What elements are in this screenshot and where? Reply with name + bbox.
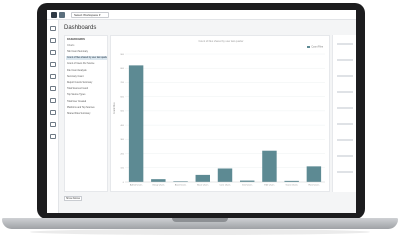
list-heading: DASHBOARDS — [67, 38, 85, 41]
icon-rail — [47, 20, 59, 213]
bar-1 — [151, 179, 166, 182]
dashboard-list-item[interactable]: Summary Count — [66, 75, 107, 79]
settings-icon[interactable] — [50, 134, 56, 139]
bar-chart: 0 100 200 300 400 500 600 700 800 900 Admin Users G… — [120, 53, 325, 187]
side-panel-item[interactable] — [337, 43, 353, 45]
dashboard-list-item[interactable]: Total User Created — [66, 100, 107, 104]
users-icon[interactable] — [50, 50, 56, 55]
side-panel-item[interactable] — [337, 75, 353, 77]
chart-icon[interactable] — [50, 86, 56, 91]
x-tick-label: Dev Users — [242, 184, 253, 187]
side-panel-item[interactable] — [337, 91, 353, 93]
bar-8 — [306, 166, 322, 182]
app-screen: Select Workspace ▾ Dashboards DASHBOARDS… — [47, 10, 356, 213]
home-icon[interactable] — [50, 26, 56, 31]
dashboard-list-panel: DASHBOARDS Charts Tab Count Summary Count… — [64, 35, 108, 192]
app-logo-icon[interactable] — [51, 12, 57, 18]
x-tick-label: Group Users — [152, 184, 165, 187]
x-tick-label: Core Users — [219, 184, 231, 187]
side-panel-item[interactable] — [337, 155, 353, 157]
search-icon[interactable] — [50, 38, 56, 43]
side-panel-item[interactable] — [337, 139, 353, 141]
y-tick-label: 100 — [120, 168, 124, 170]
x-tick-label: Guest Users — [286, 184, 299, 187]
dashboard-list-item[interactable]: Total Sources Found — [66, 87, 107, 91]
dashboard-list-item[interactable]: File Count Analysis — [66, 69, 107, 73]
workspace-select[interactable]: Select Workspace ▾ — [71, 12, 109, 18]
grid-icon[interactable] — [50, 110, 56, 115]
dashboard-list-item[interactable]: Count of files shared by user last quart… — [66, 56, 107, 61]
dashboard-list-item[interactable]: Report Counts Summary — [66, 81, 107, 85]
bar-3 — [195, 174, 210, 182]
y-tick-label: 400 — [120, 125, 124, 127]
table-icon[interactable] — [50, 122, 56, 127]
x-tick-label: Base Users — [197, 184, 209, 187]
x-tick-label: Edit Users — [264, 184, 275, 187]
dashboard-list-item[interactable]: Top Source Types — [66, 93, 107, 97]
chart-card: Count of files shared by user last quart… — [110, 35, 330, 192]
side-panel-item[interactable] — [337, 171, 353, 173]
x-tick-label: Anon Users — [175, 184, 187, 187]
files-icon[interactable] — [50, 62, 56, 67]
dashboard-list-item[interactable]: Tab Count Summary — [66, 50, 107, 54]
dashboard-list-item[interactable]: Platforms and Top Sources — [66, 106, 107, 110]
laptop-notch — [172, 218, 228, 222]
reports-icon[interactable] — [50, 74, 56, 79]
show-select[interactable]: Show Allows — [64, 196, 82, 201]
y-tick-label: 700 — [120, 82, 124, 84]
side-panel — [332, 35, 356, 192]
dashboard-icon[interactable] — [50, 98, 56, 103]
side-panel-item[interactable] — [337, 123, 353, 125]
bar-0 — [128, 65, 144, 182]
dashboard-list-item[interactable]: Count of Users Per Source — [66, 62, 107, 66]
laptop-shadow — [30, 229, 370, 235]
bar-4 — [217, 168, 233, 182]
page-title: Dashboards — [64, 25, 97, 31]
side-panel-item[interactable] — [337, 107, 353, 109]
y-tick-label: 500 — [120, 111, 124, 113]
bar-6 — [262, 150, 277, 182]
dashboard-list-item[interactable]: Shared Files Summary — [66, 112, 107, 116]
x-tick-label: Admin Users — [130, 184, 143, 187]
x-tick-label: Host Users — [308, 184, 320, 187]
y-tick-label: 600 — [120, 96, 124, 98]
top-bar: Select Workspace ▾ — [47, 10, 356, 20]
y-tick-label: 800 — [120, 68, 124, 70]
bar-5 — [240, 180, 255, 182]
y-tick-label: 900 — [120, 54, 124, 56]
y-tick-label: 0 — [123, 182, 125, 184]
list-subheading: Charts — [67, 44, 75, 47]
menu-icon[interactable] — [59, 12, 65, 18]
side-panel-item[interactable] — [337, 59, 353, 61]
y-tick-label: 300 — [120, 139, 124, 141]
y-tick-label: 200 — [120, 153, 124, 155]
